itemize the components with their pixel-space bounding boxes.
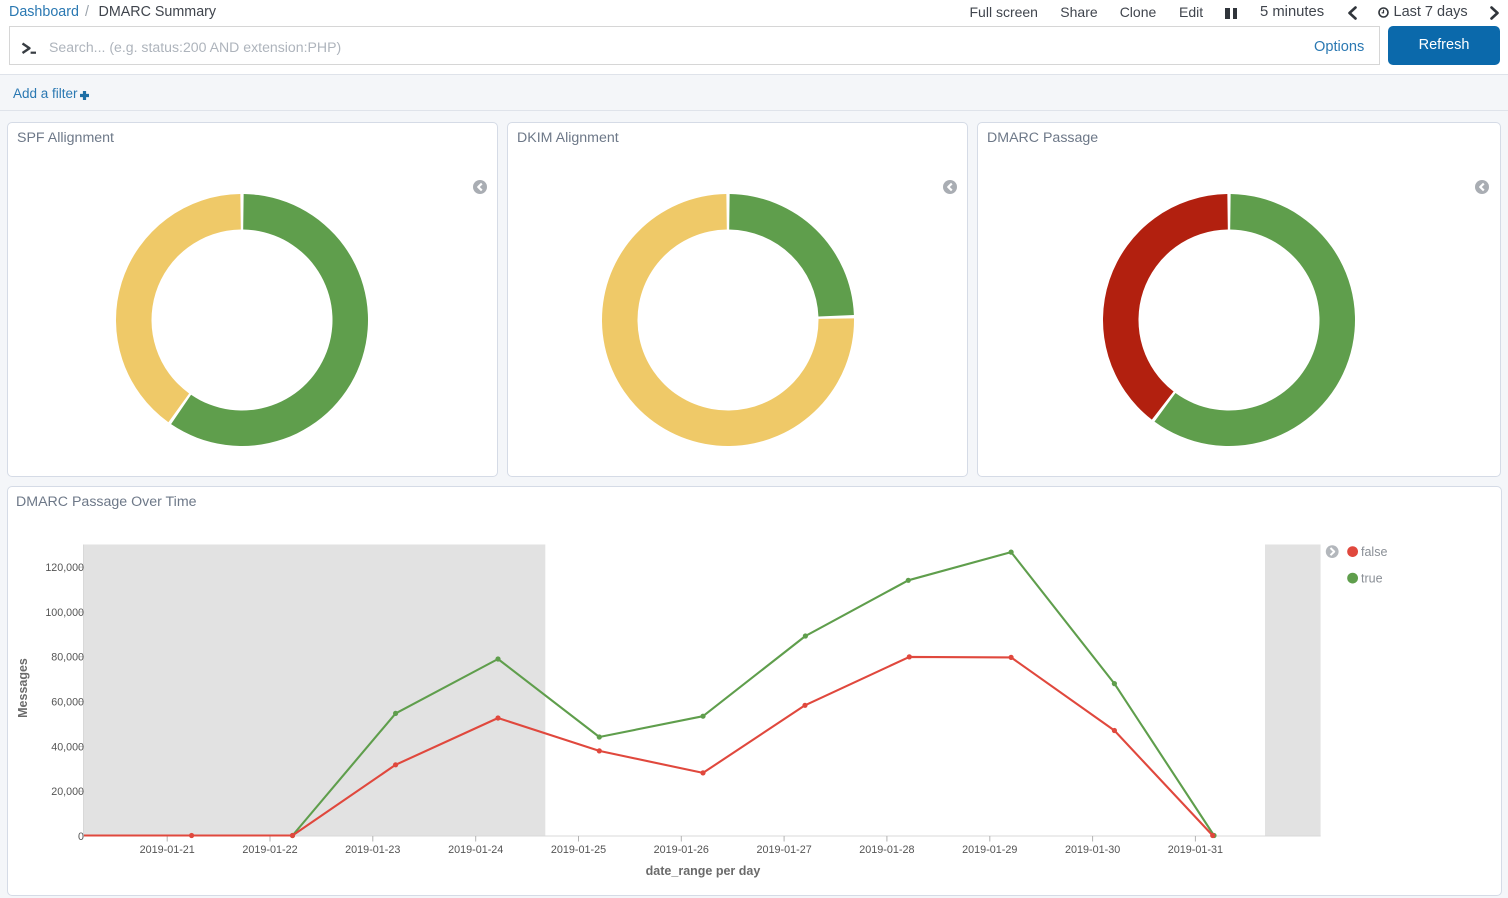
svg-text:2019-01-25: 2019-01-25 [551, 844, 606, 856]
svg-text:2019-01-28: 2019-01-28 [859, 844, 914, 856]
svg-text:date_range per day: date_range per day [646, 864, 761, 878]
svg-text:20,000: 20,000 [51, 786, 84, 798]
svg-text:60,000: 60,000 [51, 696, 84, 708]
svg-text:2019-01-29: 2019-01-29 [962, 844, 1017, 856]
svg-text:2019-01-26: 2019-01-26 [654, 844, 709, 856]
svg-text:80,000: 80,000 [51, 652, 84, 664]
svg-text:120,000: 120,000 [45, 562, 84, 574]
svg-text:Messages: Messages [16, 658, 30, 718]
svg-text:2019-01-31: 2019-01-31 [1168, 844, 1223, 856]
svg-text:2019-01-21: 2019-01-21 [140, 844, 195, 856]
svg-text:false: false [1361, 545, 1387, 559]
svg-text:2019-01-23: 2019-01-23 [345, 844, 400, 856]
svg-text:2019-01-24: 2019-01-24 [448, 844, 503, 856]
svg-text:2019-01-22: 2019-01-22 [242, 844, 297, 856]
svg-text:true: true [1361, 572, 1383, 586]
svg-text:2019-01-30: 2019-01-30 [1065, 844, 1120, 856]
svg-text:40,000: 40,000 [51, 741, 84, 753]
svg-text:2019-01-27: 2019-01-27 [756, 844, 811, 856]
svg-text:100,000: 100,000 [45, 607, 84, 619]
svg-text:0: 0 [78, 831, 84, 843]
